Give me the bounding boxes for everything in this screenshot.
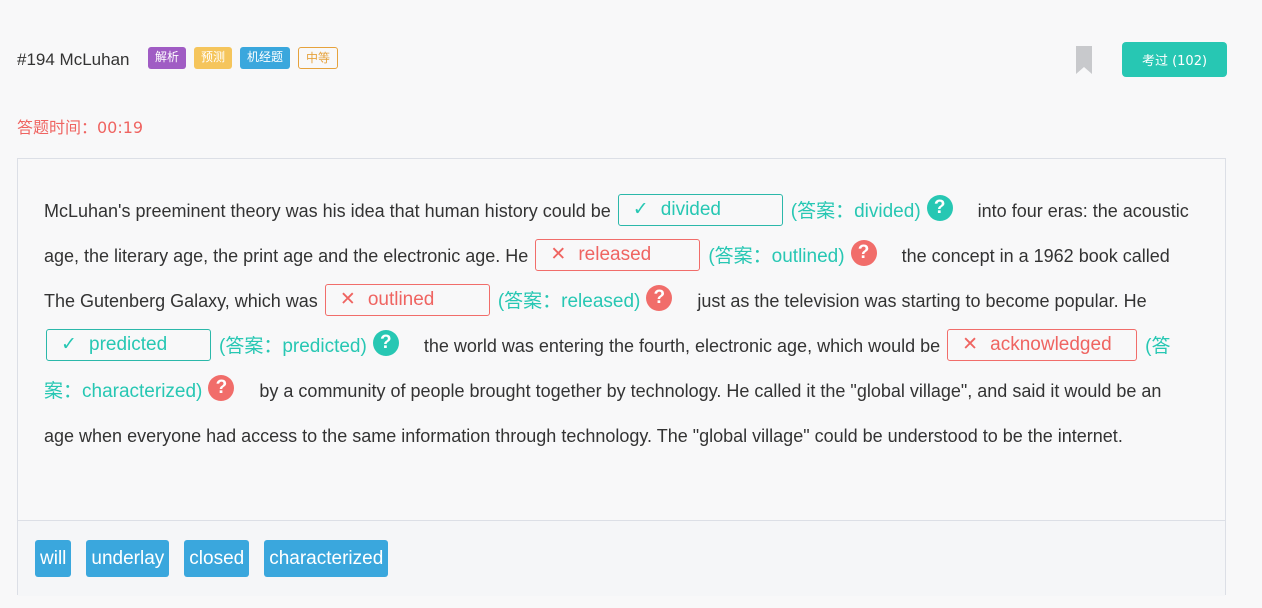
blank-2-value: released bbox=[578, 244, 652, 266]
blank-3-value: outlined bbox=[367, 289, 435, 311]
passage-text: the world was entering the fourth, elect… bbox=[423, 336, 941, 356]
word-chip-underlay[interactable]: underlay bbox=[86, 540, 170, 577]
word-chip-will[interactable]: will bbox=[35, 540, 72, 577]
question-circle-icon[interactable]: ? bbox=[208, 375, 235, 402]
check-icon: ✓ bbox=[632, 199, 649, 221]
question-circle-icon[interactable]: ? bbox=[850, 240, 877, 267]
blank-5-value: acknowledged bbox=[990, 334, 1112, 356]
blank-1-value: divided bbox=[660, 199, 721, 221]
blank-2[interactable]: ✕ released bbox=[535, 239, 701, 272]
passage-text: McLuhan's preeminent theory was his idea… bbox=[44, 201, 611, 221]
tag-badges: 解析 预测 机经题 中等 bbox=[148, 47, 339, 69]
page-title: #194 McLuhan bbox=[17, 50, 130, 69]
analysis-badge[interactable]: 解析 bbox=[148, 47, 187, 69]
difficulty-badge: 中等 bbox=[298, 47, 339, 69]
question-circle-icon[interactable]: ? bbox=[926, 195, 953, 222]
word-bank: will underlay closed characterized bbox=[18, 520, 1225, 596]
check-icon: ✓ bbox=[61, 334, 77, 356]
cross-icon: ✕ bbox=[550, 244, 567, 266]
question-circle-icon[interactable]: ? bbox=[372, 330, 399, 357]
answer-3: (答案：released) bbox=[497, 291, 641, 312]
blank-5[interactable]: ✕ acknowledged bbox=[947, 329, 1138, 362]
blank-1[interactable]: ✓ divided bbox=[617, 194, 783, 227]
blank-4-value: predicted bbox=[89, 334, 168, 356]
cross-icon: ✕ bbox=[962, 334, 979, 356]
blank-4[interactable]: ✓ predicted bbox=[46, 329, 211, 362]
cross-icon: ✕ bbox=[339, 289, 356, 311]
prediction-badge[interactable]: 预测 bbox=[194, 47, 233, 69]
header: #194 McLuhan 解析 预测 机经题 中等 考过 (102) bbox=[17, 42, 1227, 77]
question-card: McLuhan's preeminent theory was his idea… bbox=[17, 158, 1226, 596]
exam-question-badge[interactable]: 机经题 bbox=[240, 47, 291, 69]
word-chip-closed[interactable]: closed bbox=[184, 540, 250, 577]
passage-text: just as the television was starting to b… bbox=[697, 291, 1147, 311]
answer-4: (答案：predicted) bbox=[219, 336, 367, 357]
answer-2: (答案：outlined) bbox=[708, 246, 845, 267]
exam-count-button[interactable]: 考过 (102) bbox=[1122, 42, 1227, 77]
bookmark-icon[interactable] bbox=[1076, 46, 1092, 74]
answer-1: (答案：divided) bbox=[790, 201, 921, 222]
question-circle-icon[interactable]: ? bbox=[646, 285, 673, 312]
passage: McLuhan's preeminent theory was his idea… bbox=[44, 189, 1194, 458]
word-chip-characterized[interactable]: characterized bbox=[264, 540, 389, 577]
blank-3[interactable]: ✕ outlined bbox=[324, 284, 490, 317]
answer-timer: 答题时间：00:19 bbox=[17, 118, 144, 137]
